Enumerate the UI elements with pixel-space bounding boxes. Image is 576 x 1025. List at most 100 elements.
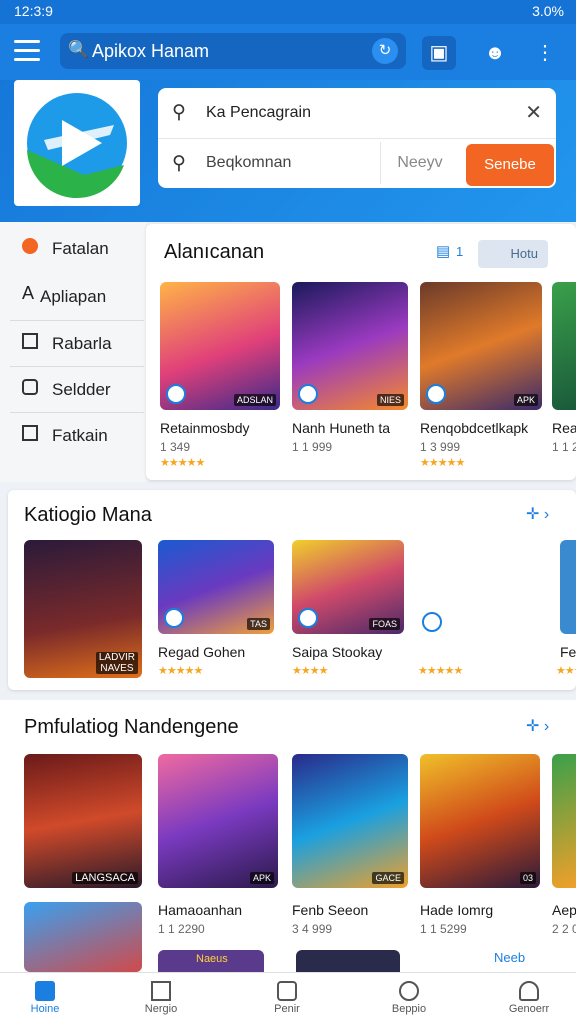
app-thumbnail[interactable]: ADSLAN: [160, 282, 280, 410]
app-name: Hade Iomrg: [420, 902, 494, 918]
rating-stars: ★★★★★: [158, 665, 203, 677]
app-icon: A: [22, 283, 35, 303]
nav-beppio[interactable]: Beppio: [364, 973, 454, 1025]
calendar-icon: ▤: [436, 243, 451, 260]
app-thumbnail[interactable]: APK: [420, 282, 542, 410]
sidebar-item-apliapan[interactable]: A Apliapan: [10, 274, 144, 319]
app-badge-icon: [298, 608, 318, 628]
profile-icon[interactable]: ☻: [478, 36, 512, 70]
status-bar: 12:3:9 3.0%: [0, 0, 576, 24]
nav-label: Nergio: [144, 1003, 178, 1015]
app-thumbnail[interactable]: FOAS: [292, 540, 404, 634]
bookmark-icon: [22, 425, 38, 441]
app-thumbnail[interactable]: GACE: [292, 754, 408, 888]
search-filter[interactable]: Neeyv: [380, 142, 459, 184]
clear-icon[interactable]: ✕: [525, 100, 542, 125]
section-title: Alanıcanan: [164, 241, 265, 263]
sidebar-item-fatalan[interactable]: Fatalan: [10, 226, 144, 271]
app-badge-icon: [426, 384, 446, 404]
app-thumbnail[interactable]: [296, 950, 400, 972]
book-icon: [151, 981, 171, 1001]
featured-label: LANGSACA: [72, 872, 138, 884]
app-name: Aep: [552, 902, 576, 918]
search-secondary-input[interactable]: Beqkomnan: [206, 154, 291, 172]
app-name: Retainmosbdy: [160, 420, 250, 436]
more-options-icon[interactable]: ⋮: [528, 36, 562, 70]
app-meta: 1 3 999: [420, 440, 461, 454]
app-badge-icon: [166, 384, 186, 404]
app-logo: [14, 80, 140, 206]
app-thumbnail[interactable]: TAS: [158, 540, 274, 634]
app-meta: 1 1 2: [552, 440, 576, 454]
chevron-right-icon[interactable]: ✛ ›: [526, 504, 549, 524]
profile-icon: [519, 981, 539, 1001]
featured-app-thumbnail[interactable]: LANGSACA: [24, 754, 142, 888]
nav-penir[interactable]: Penir: [242, 973, 332, 1025]
app-thumbnail[interactable]: [552, 282, 576, 410]
list-icon: [22, 333, 38, 349]
folder-icon: [22, 379, 38, 395]
nav-nergio[interactable]: Nergio: [116, 973, 206, 1025]
sidebar: Fatalan A Apliapan Rabarla Seldder Fatka…: [0, 222, 146, 482]
app-meta: 1 1 999: [292, 440, 333, 454]
app-meta: 1 1 5299: [420, 922, 467, 936]
thumbnail-label: 03: [519, 872, 536, 884]
sidebar-item-seldder[interactable]: Seldder: [10, 366, 144, 412]
rating-stars: ★★★★★: [418, 665, 463, 677]
app-name: Rea: [552, 420, 576, 436]
app-thumbnail[interactable]: APK: [158, 754, 278, 888]
section-card-1: Alanıcanan ▤ 1 Hotu ADSLAN NIES APK Reta…: [146, 224, 576, 480]
search-panel: ⚲ Ka Pencagrain ✕ ⚲ Beqkomnan Neeyv Sene…: [158, 88, 556, 188]
app-badge-icon: [422, 612, 442, 632]
app-name: Nanh Huneth ta: [292, 420, 391, 436]
app-thumbnail[interactable]: [560, 540, 576, 634]
chevron-right-icon[interactable]: ✛ ›: [526, 716, 549, 736]
app-thumbnail[interactable]: NIES: [292, 282, 408, 410]
bottom-navigation: Hoine Nergio Penir Beppio Genoerr: [0, 972, 576, 1025]
thumbnail-label: NIES: [376, 394, 404, 406]
top-search-bar[interactable]: 🔍 Apikox Hanam ↻: [60, 33, 406, 69]
search-icon: 🔍: [68, 40, 90, 59]
nav-label: Genoerr: [508, 1003, 550, 1015]
sidebar-item-rabarla[interactable]: Rabarla: [10, 320, 144, 366]
app-thumbnail[interactable]: 03: [420, 754, 540, 888]
thumbnail-label: APK: [513, 394, 538, 406]
app-name: Fenb Seeon: [292, 902, 369, 918]
search-button[interactable]: Senebe: [466, 144, 554, 186]
refresh-icon[interactable]: ↻: [372, 38, 398, 64]
nav-genoerr[interactable]: Genoerr: [484, 973, 574, 1025]
section-link[interactable]: Neeb: [494, 950, 525, 965]
top-app-bar: 🔍 Apikox Hanam ↻ ▣ ☻ ⋮: [0, 24, 576, 80]
app-thumbnail[interactable]: [552, 754, 576, 888]
search-field[interactable]: ⚲ Ka Pencagrain ✕: [158, 88, 556, 139]
search-icon: ⚲: [172, 153, 186, 174]
app-name: Saipa Stookay: [292, 644, 383, 660]
app-name: Renqobdcetlkapk: [420, 420, 529, 436]
download-icon[interactable]: ▣: [422, 36, 456, 70]
section-action-button[interactable]: Hotu: [478, 240, 548, 268]
featured-app-thumbnail[interactable]: LADVIR NAVES: [24, 540, 142, 678]
section-title: Katiogio Mana: [24, 504, 152, 526]
sidebar-item-label: Seldder: [52, 380, 111, 399]
app-name: Hamaoanhan: [158, 902, 243, 918]
menu-icon[interactable]: [14, 40, 40, 62]
thumbnail-label: Naeus: [196, 953, 228, 965]
thumbnail-label: ADSLAN: [233, 394, 276, 406]
home-icon: [35, 981, 55, 1001]
app-badge-icon: [298, 384, 318, 404]
app-thumbnail[interactable]: [24, 902, 142, 972]
app-thumbnail[interactable]: Naeus: [158, 950, 264, 972]
nav-home[interactable]: Hoine: [0, 973, 90, 1025]
sidebar-item-fatkain[interactable]: Fatkain: [10, 412, 144, 458]
bag-icon: [277, 981, 297, 1001]
search-icon: [399, 981, 419, 1001]
rating-stars: ★★★★★: [420, 457, 465, 469]
rating-stars: ★★★★: [556, 665, 576, 677]
search-input[interactable]: Ka Pencagrain: [206, 104, 311, 122]
thumbnail-label: GACE: [372, 872, 404, 884]
thumbnail-label: FOAS: [369, 618, 400, 630]
app-meta: 1 349: [160, 440, 191, 454]
app-name: Fe: [560, 644, 576, 660]
app-meta: 3 4 999: [292, 922, 333, 936]
thumbnail-label: APK: [249, 872, 274, 884]
